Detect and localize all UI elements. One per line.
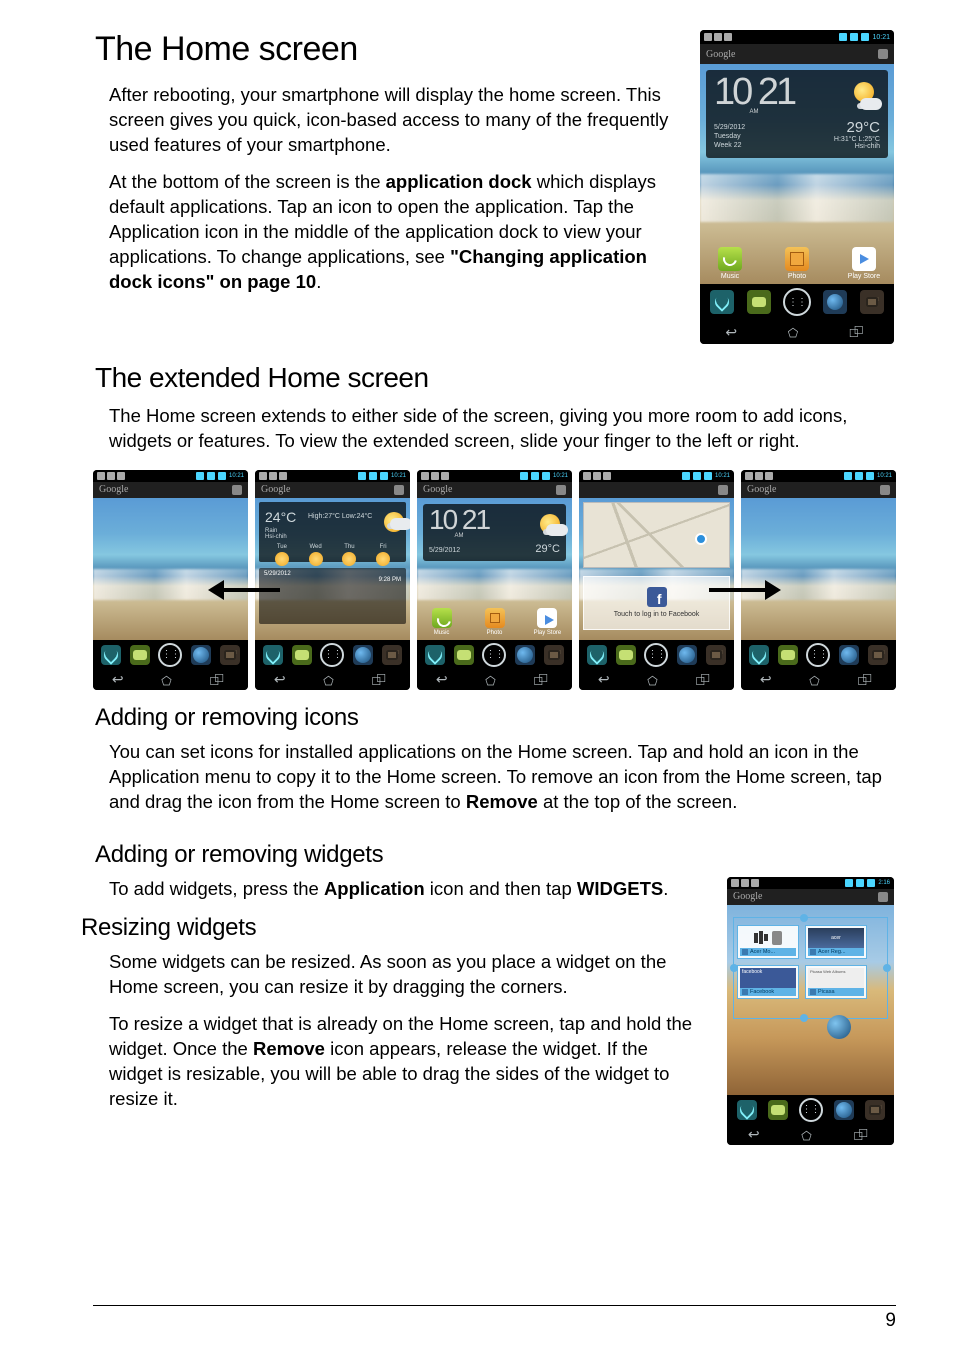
t-widgets: WIDGETS: [577, 878, 663, 899]
heading-resizing-widgets: Resizing widgets: [81, 914, 703, 942]
widget-date: 5/29/2012: [714, 123, 745, 132]
status-icon: [704, 33, 712, 41]
dock-camera[interactable]: [860, 290, 884, 314]
wifi-icon: [839, 33, 847, 41]
widget-temp: 29°C: [834, 119, 880, 136]
t-remove: Remove: [466, 791, 538, 812]
clock-weather-widget[interactable]: 10 21AM 5/29/2012 Tuesday Week 22 29°C H…: [706, 70, 888, 158]
dock-messages[interactable]: [747, 290, 771, 314]
wallpaper-desert: Acer Mo... acerAcer Reg... facebookFaceb…: [727, 905, 894, 1095]
widget-range: H:31°C L:25°C: [834, 136, 880, 143]
p-extended: The Home screen extends to either side o…: [109, 404, 894, 454]
play-store-icon: [852, 247, 876, 271]
app-play-store[interactable]: Play Store: [838, 247, 890, 280]
widget-week: Week 22: [714, 141, 745, 150]
clock-time: 10 21AM: [714, 76, 794, 115]
t: .: [316, 271, 321, 292]
app-label: Play Store: [848, 273, 880, 280]
t: icon and then tap: [425, 878, 577, 899]
nav-home[interactable]: [788, 324, 798, 340]
screenshot-panel-map-fb: 10:21 Touch to log in to Facebook: [579, 470, 734, 690]
app-shortcut-row: Music Photo Play Store: [704, 247, 890, 280]
application-dock: [700, 284, 894, 320]
widget-thumb[interactable]: Acer Mo...: [737, 925, 799, 959]
screenshot-panel-blank-left: 10:21 Google: [93, 470, 248, 690]
t: To add widgets, press the: [109, 878, 324, 899]
heading-add-remove-icons: Adding or removing icons: [95, 704, 894, 732]
screenshot-widgets-resize: 2:16 Google Acer Mo... acerAcer Reg... f…: [727, 877, 894, 1145]
weather-range: High:27°C Low:24°C: [308, 513, 372, 520]
widget-thumb[interactable]: facebookFacebook: [737, 965, 799, 999]
status-bar: 10:21: [700, 30, 894, 44]
t: .: [663, 878, 668, 899]
app-label: Photo: [788, 273, 806, 280]
widget-day: Tuesday: [714, 132, 745, 141]
google-logo: Google: [706, 49, 735, 60]
widget-place: Hsi-chih: [834, 143, 880, 150]
search-bar[interactable]: Google: [700, 44, 894, 64]
heading-extended-home: The extended Home screen: [95, 362, 894, 394]
nav-back[interactable]: [725, 324, 737, 341]
p-widgets-add: To add widgets, press the Application ic…: [109, 877, 703, 902]
fb-login-text: Touch to log in to Facebook: [614, 611, 700, 618]
nav-bar: [700, 320, 894, 344]
widget-thumb[interactable]: Picasa Web AlbumsPicasa: [805, 965, 867, 999]
screenshot-home-screen: 10:21 Google 10 21AM 5/2: [700, 30, 894, 344]
resize-handle[interactable]: [800, 914, 808, 922]
map-marker-icon: [695, 533, 707, 545]
mic-icon[interactable]: [878, 49, 888, 59]
nav-recent[interactable]: [849, 324, 869, 340]
calendar-widget[interactable]: 5/29/2012 9:28 PM: [259, 568, 406, 624]
status-icon: [724, 33, 732, 41]
widget-thumb[interactable]: acerAcer Reg...: [805, 925, 867, 959]
photo-icon: [785, 247, 809, 271]
mail-icon: [714, 33, 722, 41]
p-resize-2: To resize a widget that is already on th…: [109, 1012, 703, 1112]
t-application: Application: [324, 878, 425, 899]
dock-phone[interactable]: [710, 290, 734, 314]
p-home-intro: After rebooting, your smartphone will di…: [109, 83, 676, 158]
p-icons: You can set icons for installed applicat…: [109, 740, 894, 815]
p-app-dock: At the bottom of the screen is the appli…: [109, 170, 676, 295]
wallpaper: 10 21AM 5/29/2012 Tuesday Week 22 29°C H…: [700, 64, 894, 284]
resize-handle[interactable]: [800, 1014, 808, 1022]
p-resize-1: Some widgets can be resized. As soon as …: [109, 950, 703, 1000]
weather-temp: 24°C: [265, 509, 296, 525]
facebook-widget[interactable]: Touch to log in to Facebook: [583, 576, 730, 630]
browser-icon[interactable]: [827, 1015, 851, 1039]
status-time: 10:21: [872, 34, 890, 41]
screenshot-panel-center: 10:21 Google 10 21AM 5/29/201229°C Music…: [417, 470, 572, 690]
weather-icon: [384, 512, 400, 528]
screenshot-panel-weather: 10:21 Google 24°CHigh:27°C Low:24°C Rain…: [255, 470, 410, 690]
page-number: 9: [885, 1310, 896, 1331]
map-widget[interactable]: [583, 502, 730, 568]
signal-icon: [850, 33, 858, 41]
app-music[interactable]: Music: [704, 247, 756, 280]
dock-applications[interactable]: [783, 288, 811, 316]
heading-home-screen: The Home screen: [95, 30, 676, 69]
app-photo[interactable]: Photo: [771, 247, 823, 280]
page-footer: 9: [93, 1305, 896, 1332]
app-label: Music: [721, 273, 739, 280]
t-application-dock: application dock: [386, 171, 532, 192]
battery-icon: [861, 33, 869, 41]
dock-browser[interactable]: [823, 290, 847, 314]
resize-handle[interactable]: [883, 964, 891, 972]
t-remove: Remove: [253, 1038, 325, 1059]
heading-add-remove-widgets: Adding or removing widgets: [95, 841, 894, 869]
facebook-icon: [647, 587, 667, 607]
weather-widget[interactable]: 24°CHigh:27°C Low:24°C RainHsi-chih Tue …: [259, 502, 406, 562]
weather-icon: [854, 82, 880, 108]
music-icon: [718, 247, 742, 271]
widget-thumbnails: Acer Mo... acerAcer Reg... facebookFaceb…: [737, 925, 884, 999]
t: at the top of the screen.: [538, 791, 738, 812]
t: At the bottom of the screen is the: [109, 171, 386, 192]
extended-home-gallery: 10:21 Google 10:21 Google 24°C High:27°C …: [93, 470, 896, 690]
screenshot-panel-blank-right: 10:21 Google: [741, 470, 896, 690]
